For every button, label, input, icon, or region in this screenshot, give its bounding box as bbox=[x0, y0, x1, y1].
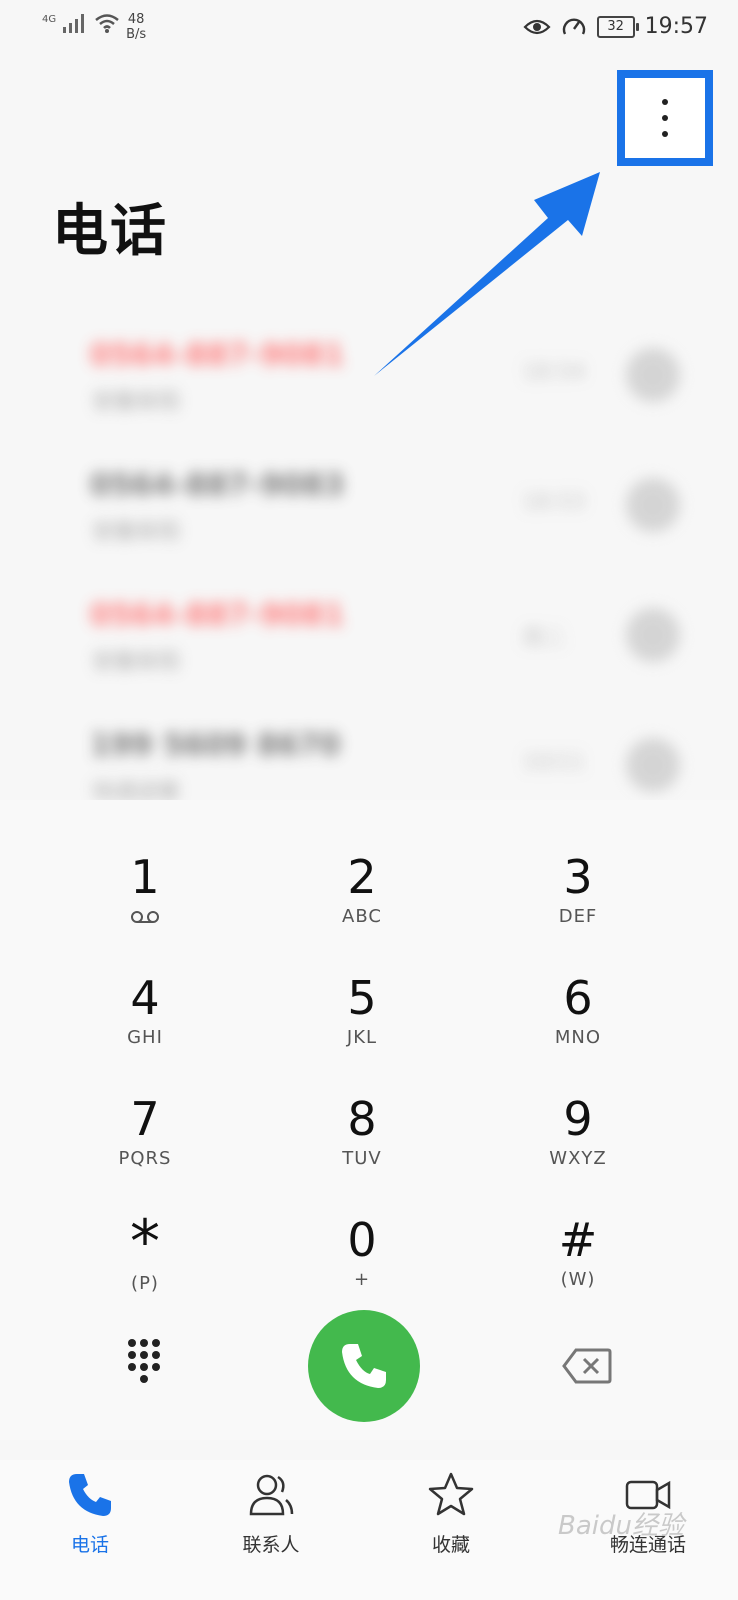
key-letters: GHI bbox=[127, 1027, 163, 1048]
key-digit: 5 bbox=[347, 971, 377, 1025]
key-digit: 2 bbox=[347, 850, 377, 904]
eye-icon bbox=[523, 19, 551, 34]
call-info-icon[interactable] bbox=[626, 348, 680, 402]
call-time: 18:54 bbox=[522, 360, 586, 385]
call-time: 10/11 bbox=[522, 750, 586, 775]
key-letters: (P) bbox=[131, 1273, 159, 1294]
dial-key-2[interactable]: 2 ABC bbox=[262, 840, 462, 950]
key-letters: WXYZ bbox=[549, 1148, 607, 1169]
call-number: 0564-887-9083 bbox=[90, 468, 345, 503]
tab-label: 联系人 bbox=[242, 1534, 300, 1556]
call-log: 0564-887-9081 安徽阜阳 18:54 0564-887-9083 安… bbox=[0, 320, 738, 805]
key-digit: 0 bbox=[347, 1213, 377, 1267]
dial-key-star[interactable]: * (P) bbox=[45, 1203, 245, 1313]
dial-key-4[interactable]: 4 GHI bbox=[45, 961, 245, 1071]
page-title: 电话 bbox=[52, 199, 168, 264]
call-number: 199 5609 8670 bbox=[90, 728, 341, 763]
call-location: 安徽阜阳 bbox=[92, 650, 181, 675]
dial-key-0[interactable]: 0 + bbox=[262, 1203, 462, 1313]
phone-icon bbox=[69, 1474, 111, 1516]
contacts-icon bbox=[249, 1474, 294, 1516]
network-type: 4G bbox=[42, 14, 57, 25]
status-left: 4G 48 B/s bbox=[42, 12, 146, 42]
clock: 19:57 bbox=[644, 14, 708, 39]
keypad-toggle-icon[interactable] bbox=[119, 1335, 169, 1395]
key-letters: PQRS bbox=[118, 1148, 172, 1169]
network-speed: 48 B/s bbox=[126, 12, 146, 42]
call-log-row[interactable]: 0564-887-9081 安徽阜阳 周二 bbox=[0, 580, 738, 710]
key-letters: (W) bbox=[560, 1269, 596, 1290]
speed-value: 48 bbox=[127, 12, 145, 27]
key-letters: TUV bbox=[342, 1148, 382, 1169]
status-bar: 4G 48 B/s 32 19:57 bbox=[0, 0, 738, 60]
key-digit: 9 bbox=[563, 1092, 593, 1146]
signal-icon bbox=[63, 14, 85, 33]
phone-call-icon bbox=[342, 1344, 386, 1388]
call-info-icon[interactable] bbox=[626, 608, 680, 662]
call-log-row[interactable]: 0564-887-9083 安徽阜阳 18:53 bbox=[0, 450, 738, 580]
key-letters: + bbox=[353, 1269, 371, 1290]
star-icon bbox=[428, 1472, 474, 1516]
dial-key-7[interactable]: 7 PQRS bbox=[45, 1082, 245, 1192]
call-location: 安徽阜阳 bbox=[92, 520, 181, 545]
call-info-icon[interactable] bbox=[626, 478, 680, 532]
dial-key-hash[interactable]: # (W) bbox=[478, 1203, 678, 1313]
key-digit: 6 bbox=[563, 971, 593, 1025]
dial-key-1[interactable]: 1 bbox=[45, 840, 245, 950]
wifi-icon bbox=[95, 14, 119, 33]
tab-label: 收藏 bbox=[431, 1534, 470, 1556]
key-digit: 8 bbox=[347, 1092, 377, 1146]
key-digit: # bbox=[558, 1213, 598, 1267]
call-button[interactable] bbox=[308, 1310, 420, 1422]
key-digit: * bbox=[130, 1207, 160, 1277]
voicemail-icon bbox=[131, 911, 159, 923]
key-digit: 4 bbox=[130, 971, 160, 1025]
tab-phone[interactable]: 电话 bbox=[15, 1470, 165, 1557]
key-letters: MNO bbox=[554, 1027, 602, 1048]
dial-key-9[interactable]: 9 WXYZ bbox=[478, 1082, 678, 1192]
dial-key-5[interactable]: 5 JKL bbox=[262, 961, 462, 1071]
more-vertical-icon bbox=[662, 99, 668, 105]
more-options-button[interactable] bbox=[617, 70, 713, 166]
key-digit: 3 bbox=[563, 850, 593, 904]
call-number: 0564-887-9081 bbox=[90, 338, 345, 373]
status-right: 32 19:57 bbox=[523, 14, 708, 39]
watermark: Baidu经验 bbox=[558, 1511, 684, 1541]
call-time: 周二 bbox=[522, 626, 567, 651]
tab-contacts[interactable]: 联系人 bbox=[196, 1470, 346, 1557]
key-digit: 7 bbox=[130, 1092, 160, 1146]
call-info-icon[interactable] bbox=[626, 738, 680, 792]
call-log-row[interactable]: 0564-887-9081 安徽阜阳 18:54 bbox=[0, 320, 738, 450]
key-letters: DEF bbox=[558, 906, 598, 927]
dial-key-8[interactable]: 8 TUV bbox=[262, 1082, 462, 1192]
key-letters: JKL bbox=[346, 1027, 378, 1048]
call-number: 0564-887-9081 bbox=[90, 598, 345, 633]
dial-key-6[interactable]: 6 MNO bbox=[478, 961, 678, 1071]
key-letters: ABC bbox=[342, 906, 382, 927]
battery-level: 32 bbox=[607, 18, 624, 34]
tab-label: 电话 bbox=[70, 1534, 109, 1556]
speed-icon bbox=[562, 17, 585, 35]
battery-icon: 32 bbox=[596, 15, 639, 38]
speed-unit: B/s bbox=[126, 27, 147, 42]
backspace-icon[interactable] bbox=[562, 1348, 612, 1384]
call-time: 18:53 bbox=[522, 490, 586, 515]
key-digit: 1 bbox=[130, 850, 160, 904]
tab-favorites[interactable]: 收藏 bbox=[376, 1470, 526, 1557]
dial-key-3[interactable]: 3 DEF bbox=[478, 840, 678, 950]
call-location: 安徽阜阳 bbox=[92, 390, 181, 415]
